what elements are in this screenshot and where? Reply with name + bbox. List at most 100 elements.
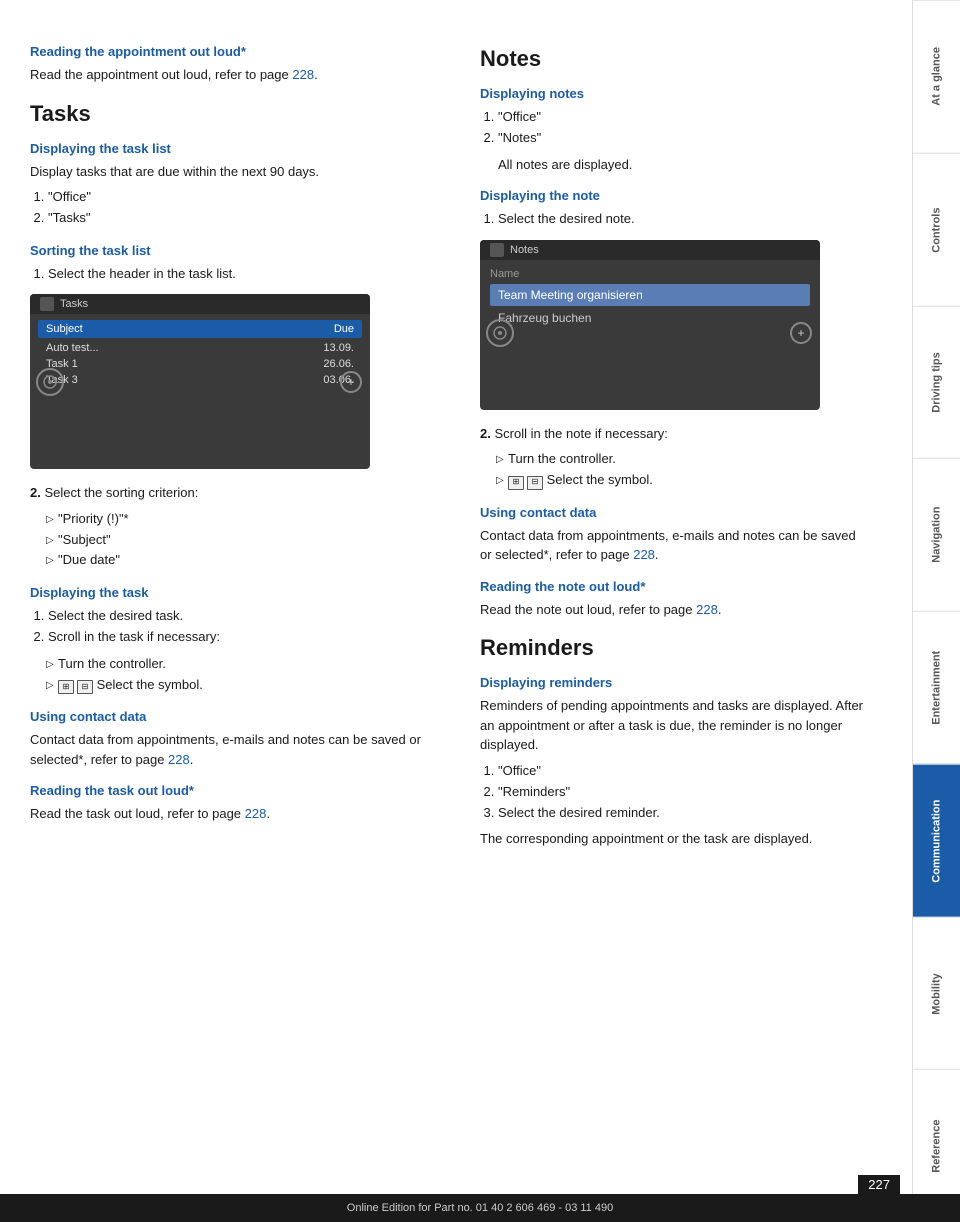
sorting-task-list-heading: Sorting the task list bbox=[30, 243, 450, 258]
table-row: Task 3 03.06. bbox=[38, 372, 362, 388]
notes-sym-box-2: ⊟ bbox=[527, 476, 543, 490]
sorting-steps: Select the header in the task list. bbox=[48, 264, 450, 285]
sidebar-tab-entertainment[interactable]: Entertainment bbox=[913, 611, 960, 764]
list-item: "Notes" bbox=[498, 128, 870, 149]
scroll-options-task: Turn the controller. ⊞ ⊟ Select the symb… bbox=[46, 654, 450, 696]
list-item: "Tasks" bbox=[48, 208, 450, 229]
sym-box-1: ⊞ bbox=[58, 680, 74, 694]
reminders-after-list: The corresponding appointment or the tas… bbox=[480, 829, 870, 849]
displaying-note-heading: Displaying the note bbox=[480, 188, 870, 203]
row2-due: 26.06. bbox=[323, 358, 354, 370]
list-item: ⊞ ⊟ Select the symbol. bbox=[496, 470, 870, 491]
reading-task-loud-link[interactable]: 228 bbox=[245, 806, 267, 821]
footer-text: Online Edition for Part no. 01 40 2 606 … bbox=[347, 1202, 613, 1214]
notes-title: Notes bbox=[480, 46, 870, 72]
notes-nav-controls bbox=[486, 319, 514, 347]
displaying-task-list-steps: "Office" "Tasks" bbox=[48, 187, 450, 229]
table-header: Subject Due bbox=[38, 320, 362, 338]
tasks-title: Tasks bbox=[30, 101, 450, 127]
col-due: Due bbox=[334, 323, 354, 335]
displaying-notes-heading: Displaying notes bbox=[480, 86, 870, 101]
sym-box-2: ⊟ bbox=[77, 680, 93, 694]
notes-symbol-icons: ⊞ ⊟ bbox=[508, 476, 543, 490]
screen-title-bar: Tasks bbox=[30, 294, 370, 314]
list-item: ⊞ ⊟ Select the symbol. bbox=[46, 675, 450, 696]
contact-data-tasks-link[interactable]: 228 bbox=[168, 752, 190, 767]
task-screenshot: Tasks Subject Due Auto test... 13.09. Ta… bbox=[30, 294, 370, 469]
list-item: Turn the controller. bbox=[496, 449, 870, 470]
col-subject: Subject bbox=[46, 323, 83, 335]
list-item: Select the desired reminder. bbox=[498, 803, 870, 824]
notes-screen-body: Name Team Meeting organisieren Fahrzeug … bbox=[480, 260, 820, 335]
reading-appointment-heading: Reading the appointment out loud* bbox=[30, 44, 450, 59]
displaying-task-heading: Displaying the task bbox=[30, 585, 450, 600]
sort-options: "Priority (!)"* "Subject" "Due date" bbox=[46, 509, 450, 571]
normal-item: Fahrzeug buchen bbox=[490, 309, 810, 327]
list-item: "Office" bbox=[48, 187, 450, 208]
footer: Online Edition for Part no. 01 40 2 606 … bbox=[0, 1194, 960, 1222]
all-notes-displayed: All notes are displayed. bbox=[498, 155, 870, 175]
step2-label: 2. Select the sorting criterion: bbox=[30, 483, 450, 503]
sidebar-tab-mobility[interactable]: Mobility bbox=[913, 917, 960, 1070]
list-item: "Priority (!)"* bbox=[46, 509, 450, 530]
selected-item: Team Meeting organisieren bbox=[490, 284, 810, 306]
sidebar-tab-at-a-glance[interactable]: At a glance bbox=[913, 0, 960, 153]
using-contact-data-tasks-body: Contact data from appointments, e-mails … bbox=[30, 730, 450, 769]
using-contact-data-tasks-heading: Using contact data bbox=[30, 709, 450, 724]
notes-screen-icon bbox=[490, 243, 504, 257]
notes-screen-title: Notes bbox=[510, 244, 539, 256]
list-item: Turn the controller. bbox=[46, 654, 450, 675]
reading-task-loud-heading: Reading the task out loud* bbox=[30, 783, 450, 798]
reading-note-loud-body: Read the note out loud, refer to page 22… bbox=[480, 600, 870, 620]
left-column: Reading the appointment out loud* Read t… bbox=[30, 30, 470, 1192]
reading-note-loud-heading: Reading the note out loud* bbox=[480, 579, 870, 594]
displaying-note-steps: Select the desired note. bbox=[498, 209, 870, 230]
nav-controls bbox=[36, 368, 64, 396]
notes-screen-title-bar: Notes bbox=[480, 240, 820, 260]
row1-subject: Auto test... bbox=[46, 342, 99, 354]
symbol-icons: ⊞ ⊟ bbox=[58, 680, 93, 694]
notes-nav-circle bbox=[486, 319, 514, 347]
displaying-task-steps: Select the desired task. Scroll in the t… bbox=[48, 606, 450, 648]
sidebar: At a glance Controls Driving tips Naviga… bbox=[912, 0, 960, 1222]
sidebar-tab-navigation[interactable]: Navigation bbox=[913, 458, 960, 611]
table-row: Auto test... 13.09. bbox=[38, 340, 362, 356]
reading-note-loud-link[interactable]: 228 bbox=[696, 602, 718, 617]
sidebar-tab-controls[interactable]: Controls bbox=[913, 153, 960, 306]
list-item: Scroll in the task if necessary: bbox=[48, 627, 450, 648]
list-item: Select the desired task. bbox=[48, 606, 450, 627]
using-contact-data-notes-body: Contact data from appointments, e-mails … bbox=[480, 526, 870, 565]
screen-icon bbox=[40, 297, 54, 311]
reading-task-loud-body: Read the task out loud, refer to page 22… bbox=[30, 804, 450, 824]
displaying-task-list-heading: Displaying the task list bbox=[30, 141, 450, 156]
contact-data-notes-link[interactable]: 228 bbox=[633, 547, 655, 562]
list-item: "Office" bbox=[498, 761, 870, 782]
list-item: "Reminders" bbox=[498, 782, 870, 803]
list-item: Select the header in the task list. bbox=[48, 264, 450, 285]
notes-right-button: + bbox=[790, 322, 812, 344]
nav-circle bbox=[36, 368, 64, 396]
notes-scroll-options: Turn the controller. ⊞ ⊟ Select the symb… bbox=[496, 449, 870, 491]
right-column: Notes Displaying notes "Office" "Notes" … bbox=[470, 30, 870, 1192]
displaying-notes-steps: "Office" "Notes" bbox=[498, 107, 870, 149]
displaying-reminders-body: Reminders of pending appointments and ta… bbox=[480, 696, 870, 755]
displaying-task-list-body: Display tasks that are due within the ne… bbox=[30, 162, 450, 182]
displaying-reminders-steps: "Office" "Reminders" Select the desired … bbox=[498, 761, 870, 823]
right-button: + bbox=[340, 371, 362, 393]
reading-appointment-link[interactable]: 228 bbox=[292, 67, 314, 82]
screen-title: Tasks bbox=[60, 298, 88, 310]
notes-sym-box-1: ⊞ bbox=[508, 476, 524, 490]
list-item: "Subject" bbox=[46, 530, 450, 551]
row1-due: 13.09. bbox=[323, 342, 354, 354]
sidebar-tab-driving-tips[interactable]: Driving tips bbox=[913, 306, 960, 459]
notes-screenshot: Notes Name Team Meeting organisieren Fah… bbox=[480, 240, 820, 410]
list-item: "Office" bbox=[498, 107, 870, 128]
reminders-title: Reminders bbox=[480, 635, 870, 661]
using-contact-data-notes-heading: Using contact data bbox=[480, 505, 870, 520]
reading-appointment-section: Reading the appointment out loud* Read t… bbox=[30, 44, 450, 85]
screen-body: Subject Due Auto test... 13.09. Task 1 2… bbox=[30, 314, 370, 394]
sidebar-tab-communication[interactable]: Communication bbox=[913, 764, 960, 917]
field-label: Name bbox=[490, 268, 810, 280]
notes-step2-label: 2. Scroll in the note if necessary: bbox=[480, 424, 870, 444]
displaying-reminders-heading: Displaying reminders bbox=[480, 675, 870, 690]
